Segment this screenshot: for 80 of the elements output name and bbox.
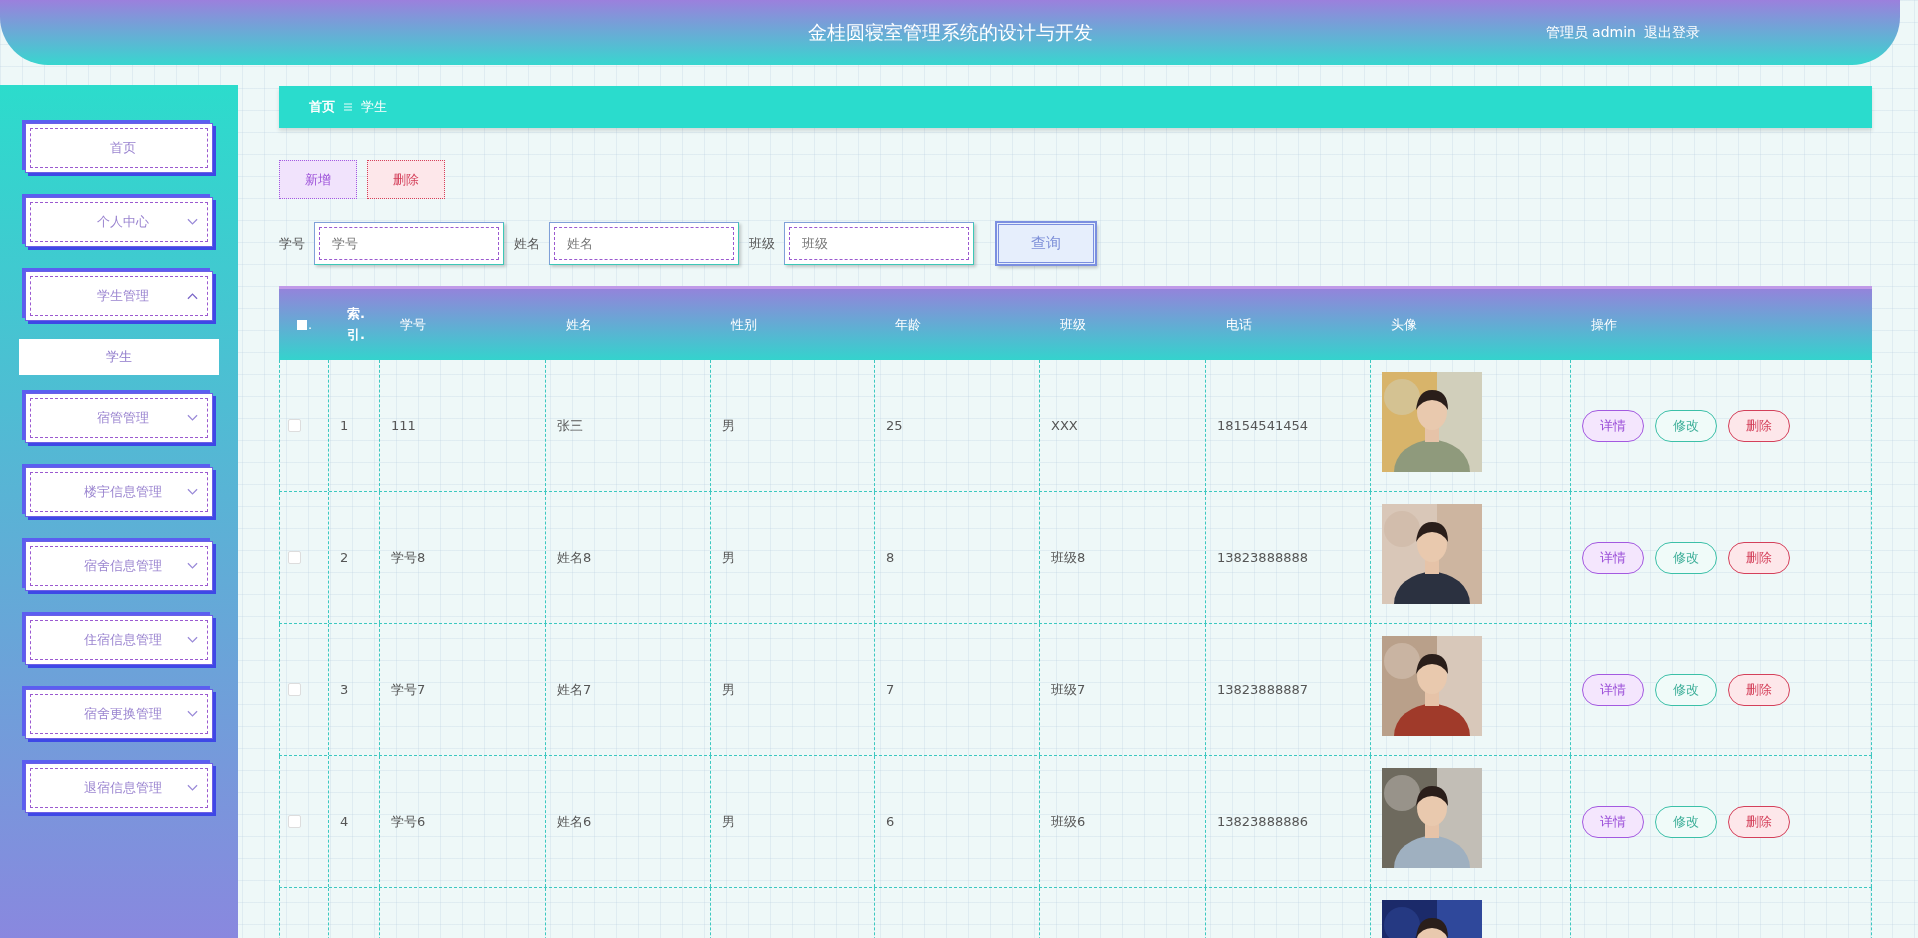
table-cell: 111 — [391, 418, 416, 433]
table-cell: 姓名8 — [557, 548, 592, 567]
checkbox[interactable] — [297, 319, 307, 330]
column-header: 年龄 — [895, 315, 921, 334]
sidebar-item[interactable]: 住宿信息管理 — [25, 615, 213, 665]
table-cell: 学号7 — [391, 680, 426, 699]
delete-button[interactable]: 删除 — [367, 160, 445, 199]
breadcrumb-link[interactable]: 学生 — [361, 98, 387, 116]
row-action-button[interactable]: 删除 — [1728, 805, 1790, 838]
row-action-button[interactable]: 删除 — [1728, 541, 1790, 574]
column-header: 头像 — [1391, 315, 1417, 334]
sidebar-item[interactable]: 个人中心 — [25, 197, 213, 247]
checkbox[interactable] — [288, 815, 301, 828]
table-cell: 学号6 — [391, 812, 426, 831]
table-cell: 13823888888 — [1217, 550, 1308, 565]
column-header: 性别 — [731, 315, 757, 334]
table-cell: 18154541454 — [1217, 418, 1308, 433]
checkbox[interactable] — [288, 419, 301, 432]
add-button[interactable]: 新增 — [279, 160, 357, 199]
column-header: 操作 — [1591, 315, 1617, 334]
table-cell: 男 — [722, 548, 735, 567]
table-cell: 13823888887 — [1217, 682, 1308, 697]
column-header: 电话 — [1226, 315, 1252, 334]
table-cell: 7 — [886, 682, 895, 697]
table-cell: 8 — [886, 550, 895, 565]
row-action-button[interactable]: 修改 — [1655, 673, 1717, 706]
search-field[interactable]: 姓名 — [549, 222, 739, 265]
checkbox[interactable] — [288, 683, 301, 696]
table-cell: 张三 — [557, 416, 583, 435]
table-cell: 班级7 — [1051, 680, 1086, 699]
checkbox[interactable] — [288, 551, 301, 564]
row-action-button[interactable]: 修改 — [1655, 541, 1717, 574]
row-action-button[interactable]: 修改 — [1655, 409, 1717, 442]
submenu-item[interactable]: 学生 — [19, 339, 219, 375]
table-cell: 4 — [340, 814, 349, 829]
sidebar-item[interactable]: 首页 — [25, 123, 213, 173]
row-action-button[interactable]: 修改 — [1655, 805, 1717, 838]
column-header: 姓名 — [566, 315, 592, 334]
sidebar-item[interactable]: 楼宇信息管理 — [25, 467, 213, 517]
table-cell: 班级6 — [1051, 812, 1086, 831]
sidebar-item[interactable]: 宿舍更换管理 — [25, 689, 213, 739]
sidebar-item[interactable]: 退宿信息管理 — [25, 763, 213, 813]
table-cell: 姓名7 — [557, 680, 592, 699]
user-label: 管理员 admin — [1545, 24, 1636, 42]
query-button[interactable]: 查询 — [996, 222, 1096, 265]
sidebar-item[interactable]: 宿舍信息管理 — [25, 541, 213, 591]
sidebar-item[interactable]: 宿管管理 — [25, 393, 213, 443]
table-cell: 学号8 — [391, 548, 426, 567]
table-cell: 男 — [722, 812, 735, 831]
row-action-button[interactable]: 详情 — [1582, 409, 1644, 442]
row-action-button[interactable]: 详情 — [1582, 673, 1644, 706]
table-cell: 1 — [340, 418, 349, 433]
column-header: 班级 — [1060, 315, 1086, 334]
row-action-button[interactable]: 删除 — [1728, 673, 1790, 706]
table-cell: 13823888886 — [1217, 814, 1308, 829]
menu-icon — [343, 102, 353, 112]
table-cell: XXX — [1051, 418, 1078, 433]
column-header: 索.引. — [347, 304, 366, 344]
app-title: 金桂圆寝室管理系统的设计与开发 — [807, 19, 1093, 45]
table-cell: 男 — [722, 416, 735, 435]
table-cell: 2 — [340, 550, 349, 565]
field-label: 班级 — [749, 234, 775, 253]
table-cell: 班级8 — [1051, 548, 1086, 567]
row-action-button[interactable]: 删除 — [1728, 409, 1790, 442]
header-mark: . — [308, 317, 313, 332]
search-field[interactable]: 学号 — [314, 222, 504, 265]
table-cell: 25 — [886, 418, 903, 433]
sidebar-item[interactable]: 学生管理 — [25, 271, 213, 321]
search-field[interactable]: 班级 — [784, 222, 974, 265]
logout-link[interactable]: 退出登录 — [1644, 24, 1700, 42]
column-header: 学号 — [400, 315, 426, 334]
breadcrumb-link[interactable]: 首页 — [309, 98, 335, 116]
table-cell: 男 — [722, 680, 735, 699]
table-cell: 6 — [886, 814, 895, 829]
field-label: 学号 — [279, 234, 305, 253]
field-label: 姓名 — [514, 234, 540, 253]
table-cell: 3 — [340, 682, 349, 697]
row-action-button[interactable]: 详情 — [1582, 541, 1644, 574]
row-action-button[interactable]: 详情 — [1582, 805, 1644, 838]
table-cell: 姓名6 — [557, 812, 592, 831]
